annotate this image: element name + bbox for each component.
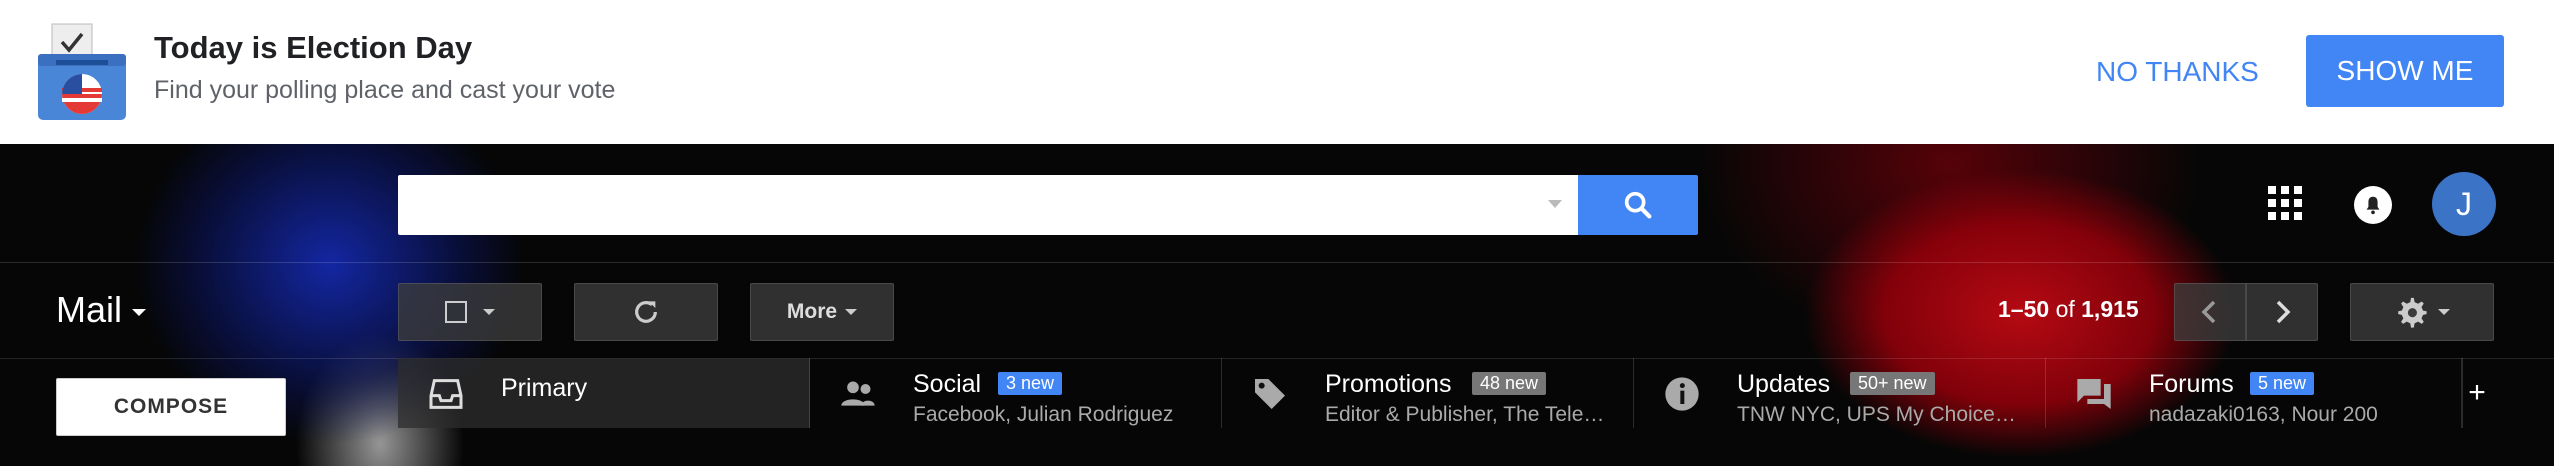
- tab-label: Updates: [1737, 370, 1831, 398]
- older-page-button[interactable]: [2246, 283, 2318, 341]
- search-button[interactable]: [1578, 175, 1698, 235]
- checkbox-icon: [445, 301, 467, 323]
- settings-button[interactable]: [2350, 283, 2494, 341]
- banner-title: Today is Election Day: [154, 30, 473, 65]
- search-input[interactable]: [398, 175, 1578, 235]
- total-count: 1,915: [2081, 296, 2139, 322]
- more-label: More: [786, 300, 838, 323]
- new-count-badge: 48 new: [1472, 372, 1547, 395]
- pager-of-label: of: [2055, 296, 2075, 322]
- new-count-badge: 3 new: [998, 372, 1063, 395]
- tab-forums[interactable]: Forums 5 new nadazaki0163, Nour 200: [2046, 358, 2462, 428]
- apps-grid-icon[interactable]: [2268, 186, 2302, 220]
- info-icon: [1665, 377, 1699, 411]
- mail-label: Mail: [56, 289, 123, 330]
- more-actions-button[interactable]: More: [750, 283, 894, 341]
- refresh-button[interactable]: [574, 283, 718, 341]
- show-me-button[interactable]: SHOW ME: [2306, 35, 2504, 107]
- tab-social[interactable]: Social 3 new Facebook, Julian Rodriguez: [810, 358, 1222, 428]
- ballot-box-icon: [38, 23, 126, 120]
- chevron-down-icon: [2438, 309, 2450, 315]
- refresh-icon: [635, 301, 657, 323]
- tab-label: Forums: [2149, 370, 2234, 398]
- new-count-badge: 50+ new: [1850, 372, 1935, 395]
- tab-senders: Facebook, Julian Rodriguez: [913, 403, 1174, 426]
- notifications-bell-icon: [2366, 196, 2380, 215]
- banner-subtitle: Find your polling place and cast your vo…: [154, 76, 616, 104]
- gear-icon: [2398, 297, 2427, 328]
- mail-app-switcher[interactable]: Mail: [56, 289, 147, 331]
- search-options-caret-icon[interactable]: [1548, 200, 1562, 208]
- inbox-icon: [429, 379, 463, 409]
- chevron-left-icon: [2201, 300, 2216, 324]
- chevron-down-icon: [845, 309, 858, 315]
- page-range: 1–50: [1998, 296, 2050, 322]
- forum-icon: [2077, 379, 2111, 409]
- header-divider: [0, 262, 2554, 263]
- chevron-down-icon: [483, 309, 495, 315]
- tab-label: Primary: [501, 374, 588, 402]
- plus-icon: +: [2468, 376, 2486, 409]
- themed-mail-area: J Mail More 1–50 of 1,915 COMPOSE Primar…: [0, 144, 2554, 466]
- tab-primary[interactable]: Primary: [398, 358, 810, 428]
- notifications-button[interactable]: [2354, 186, 2392, 224]
- search-icon: [1624, 191, 1652, 219]
- chevron-down-icon: [132, 308, 147, 316]
- compose-button[interactable]: COMPOSE: [56, 378, 286, 436]
- pagination-info: 1–50 of 1,915: [1998, 296, 2139, 323]
- tab-label: Promotions: [1325, 370, 1452, 398]
- tab-senders: TNW NYC, UPS My Choice…: [1737, 403, 2016, 426]
- account-avatar[interactable]: J: [2432, 172, 2496, 236]
- chevron-right-icon: [2276, 300, 2291, 324]
- new-count-badge: 5 new: [2250, 372, 2315, 395]
- tab-senders: Editor & Publisher, The Tele…: [1325, 403, 1605, 426]
- select-all-button[interactable]: [398, 283, 542, 341]
- election-banner: Today is Election Day Find your polling …: [0, 0, 2554, 144]
- no-thanks-button[interactable]: NO THANKS: [2080, 46, 2275, 98]
- tab-promotions[interactable]: Promotions 48 new Editor & Publisher, Th…: [1222, 358, 1634, 428]
- newer-page-button[interactable]: [2174, 283, 2246, 341]
- tag-icon: [1255, 379, 1285, 409]
- tab-senders: nadazaki0163, Nour 200: [2149, 403, 2378, 426]
- tab-updates[interactable]: Updates 50+ new TNW NYC, UPS My Choice…: [1634, 358, 2046, 428]
- add-tab-button[interactable]: +: [2462, 358, 2491, 428]
- people-icon: [841, 381, 875, 406]
- tab-label: Social: [913, 370, 982, 398]
